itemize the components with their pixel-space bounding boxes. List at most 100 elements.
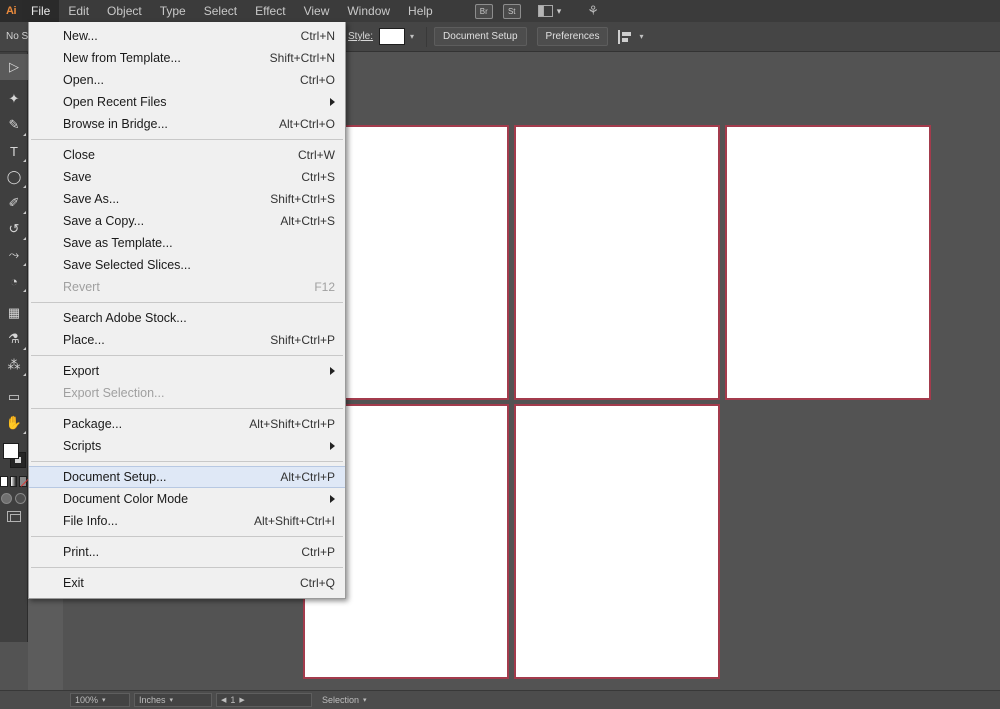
- menu-item-close[interactable]: Close Ctrl+W: [29, 144, 345, 166]
- menu-effect[interactable]: Effect: [246, 0, 294, 22]
- status-bar-left-pad: [0, 690, 66, 709]
- artboard-3[interactable]: [725, 125, 931, 400]
- menu-item-exit[interactable]: Exit Ctrl+Q: [29, 572, 345, 594]
- menu-item-new[interactable]: New... Ctrl+N: [29, 25, 345, 47]
- tools-panel[interactable]: ▷ ✦ ✎ T ◯ ✐ ↺ ⤳ ◔ ▦ ⚗ ⁂ ▭ ✋: [0, 52, 28, 642]
- pencil-tool[interactable]: ✐: [0, 190, 28, 216]
- menu-select[interactable]: Select: [195, 0, 246, 22]
- menu-item-package[interactable]: Package... Alt+Shift+Ctrl+P: [29, 413, 345, 435]
- menu-item-label: Package...: [63, 417, 123, 431]
- menu-item-save-as[interactable]: Save As... Shift+Ctrl+S: [29, 188, 345, 210]
- stock-icon[interactable]: St: [502, 3, 521, 19]
- gradient-swatch[interactable]: [9, 476, 18, 487]
- draw-mode-row[interactable]: [0, 489, 27, 508]
- graphic-style-swatch[interactable]: [379, 28, 406, 45]
- workspace-switcher[interactable]: ▾: [534, 5, 566, 17]
- menu-item-shortcut: Alt+Shift+Ctrl+I: [253, 514, 335, 528]
- menu-item-label: Close: [63, 148, 95, 162]
- menu-item-document-setup[interactable]: Document Setup... Alt+Ctrl+P: [29, 466, 345, 488]
- menu-item-document-color-mode[interactable]: Document Color Mode: [29, 488, 345, 510]
- menu-item-save-as-template[interactable]: Save as Template...: [29, 232, 345, 254]
- width-tool-icon: ⤳: [8, 247, 20, 262]
- menu-item-open[interactable]: Open... Ctrl+O: [29, 69, 345, 91]
- menu-item-label: Search Adobe Stock...: [63, 311, 187, 325]
- menu-item-open-recent-files[interactable]: Open Recent Files: [29, 91, 345, 113]
- artboard-navigator[interactable]: ◀ 1 ▶: [216, 693, 312, 707]
- menu-item-place[interactable]: Place... Shift+Ctrl+P: [29, 329, 345, 351]
- status-bar[interactable]: 100% ▾ Inches ▾ ◀ 1 ▶ Selection ▾: [0, 690, 1000, 709]
- artboard-5[interactable]: [514, 404, 720, 679]
- pencil-tool-icon: ✐: [8, 195, 20, 210]
- symbol-sprayer-tool-icon: ⁂: [7, 357, 21, 372]
- file-menu-dropdown[interactable]: New... Ctrl+N New from Template... Shift+Ct…: [28, 22, 346, 599]
- menu-item-browse-in-bridge[interactable]: Browse in Bridge... Alt+Ctrl+O: [29, 113, 345, 135]
- align-options-icon[interactable]: [618, 29, 634, 44]
- artboard-first-icon[interactable]: ◀: [221, 696, 226, 704]
- artboard-2[interactable]: [514, 125, 720, 400]
- rotate-tool[interactable]: ↺: [0, 216, 28, 242]
- selection-tool[interactable]: ▷: [0, 54, 28, 80]
- menu-item-save-a-copy[interactable]: Save a Copy... Alt+Ctrl+S: [29, 210, 345, 232]
- menu-item-shortcut: F12: [314, 280, 335, 294]
- menu-item-new-from-template[interactable]: New from Template... Shift+Ctrl+N: [29, 47, 345, 69]
- fill-stroke-control[interactable]: [0, 440, 28, 474]
- menu-item-file-info[interactable]: File Info... Alt+Shift+Ctrl+I: [29, 510, 345, 532]
- color-swatch-row[interactable]: [0, 474, 28, 489]
- ellipse-tool-icon: ◯: [6, 169, 22, 184]
- artboard-next-icon[interactable]: ▶: [239, 696, 244, 704]
- eyedropper-tool[interactable]: ⚗: [0, 326, 28, 352]
- menu-file[interactable]: File: [22, 0, 60, 22]
- style-chevron-down-icon[interactable]: ▾: [410, 32, 414, 41]
- status-tool-label[interactable]: Selection ▾: [322, 695, 367, 705]
- menu-edit[interactable]: Edit: [59, 0, 98, 22]
- none-swatch[interactable]: [19, 476, 28, 487]
- menu-object[interactable]: Object: [98, 0, 151, 22]
- eyedropper-tool-icon: ⚗: [8, 331, 20, 346]
- symbol-sprayer-tool[interactable]: ⁂: [0, 352, 28, 378]
- menu-type[interactable]: Type: [151, 0, 195, 22]
- menu-item-label: Revert: [63, 280, 100, 294]
- menu-item-label: Exit: [63, 576, 84, 590]
- menu-item-label: Save Selected Slices...: [63, 258, 191, 272]
- menu-item-save-selected-slices[interactable]: Save Selected Slices...: [29, 254, 345, 276]
- menu-bar[interactable]: Ai File Edit Object Type Select Effect View Win…: [0, 0, 1000, 22]
- width-tool[interactable]: ⤳: [0, 242, 28, 268]
- fill-swatch[interactable]: [3, 443, 19, 459]
- workspace-chevron-down-icon[interactable]: ▾: [557, 6, 562, 17]
- status-chevron-down-icon[interactable]: ▾: [363, 696, 367, 704]
- menu-item-export[interactable]: Export: [29, 360, 345, 382]
- zoom-level-field[interactable]: 100% ▾: [70, 693, 130, 707]
- screen-mode-icon: [6, 511, 21, 522]
- preferences-button[interactable]: Preferences: [536, 27, 609, 46]
- artboard-tool-icon: ▭: [7, 389, 21, 404]
- artboard-tool[interactable]: ▭: [0, 384, 28, 410]
- perspective-grid-tool[interactable]: ▦: [0, 300, 28, 326]
- zoom-chevron-down-icon[interactable]: ▾: [102, 696, 106, 704]
- bridge-icon[interactable]: Br: [474, 3, 493, 19]
- menu-item-print[interactable]: Print... Ctrl+P: [29, 541, 345, 563]
- menu-item-search-adobe-stock[interactable]: Search Adobe Stock...: [29, 307, 345, 329]
- menu-item-scripts[interactable]: Scripts: [29, 435, 345, 457]
- color-swatch[interactable]: [0, 476, 8, 487]
- menu-help[interactable]: Help: [399, 0, 442, 22]
- unit-field[interactable]: Inches ▾: [134, 693, 212, 707]
- ellipse-tool[interactable]: ◯: [0, 164, 28, 190]
- change-screen-mode-button[interactable]: [0, 508, 27, 522]
- align-chevron-down-icon[interactable]: ▾: [639, 32, 643, 41]
- draw-normal-mode-button[interactable]: [1, 493, 12, 504]
- unit-chevron-down-icon[interactable]: ▾: [170, 696, 174, 704]
- menu-item-shortcut: Shift+Ctrl+N: [269, 51, 335, 65]
- menu-window[interactable]: Window: [338, 0, 399, 22]
- menu-view[interactable]: View: [295, 0, 339, 22]
- hand-tool[interactable]: ✋: [0, 410, 28, 436]
- creative-cloud-sync-icon[interactable]: ⚘: [587, 3, 599, 19]
- shape-builder-tool[interactable]: ◔: [0, 268, 28, 294]
- draw-behind-mode-button[interactable]: [15, 493, 26, 504]
- type-tool[interactable]: T: [0, 138, 28, 164]
- paintbrush-tool[interactable]: ✎: [0, 112, 28, 138]
- menu-item-shortcut: Shift+Ctrl+S: [270, 192, 335, 206]
- document-setup-button[interactable]: Document Setup: [434, 27, 527, 46]
- menu-item-save[interactable]: Save Ctrl+S: [29, 166, 345, 188]
- submenu-arrow-icon: [330, 495, 335, 503]
- magic-wand-tool[interactable]: ✦: [0, 86, 28, 112]
